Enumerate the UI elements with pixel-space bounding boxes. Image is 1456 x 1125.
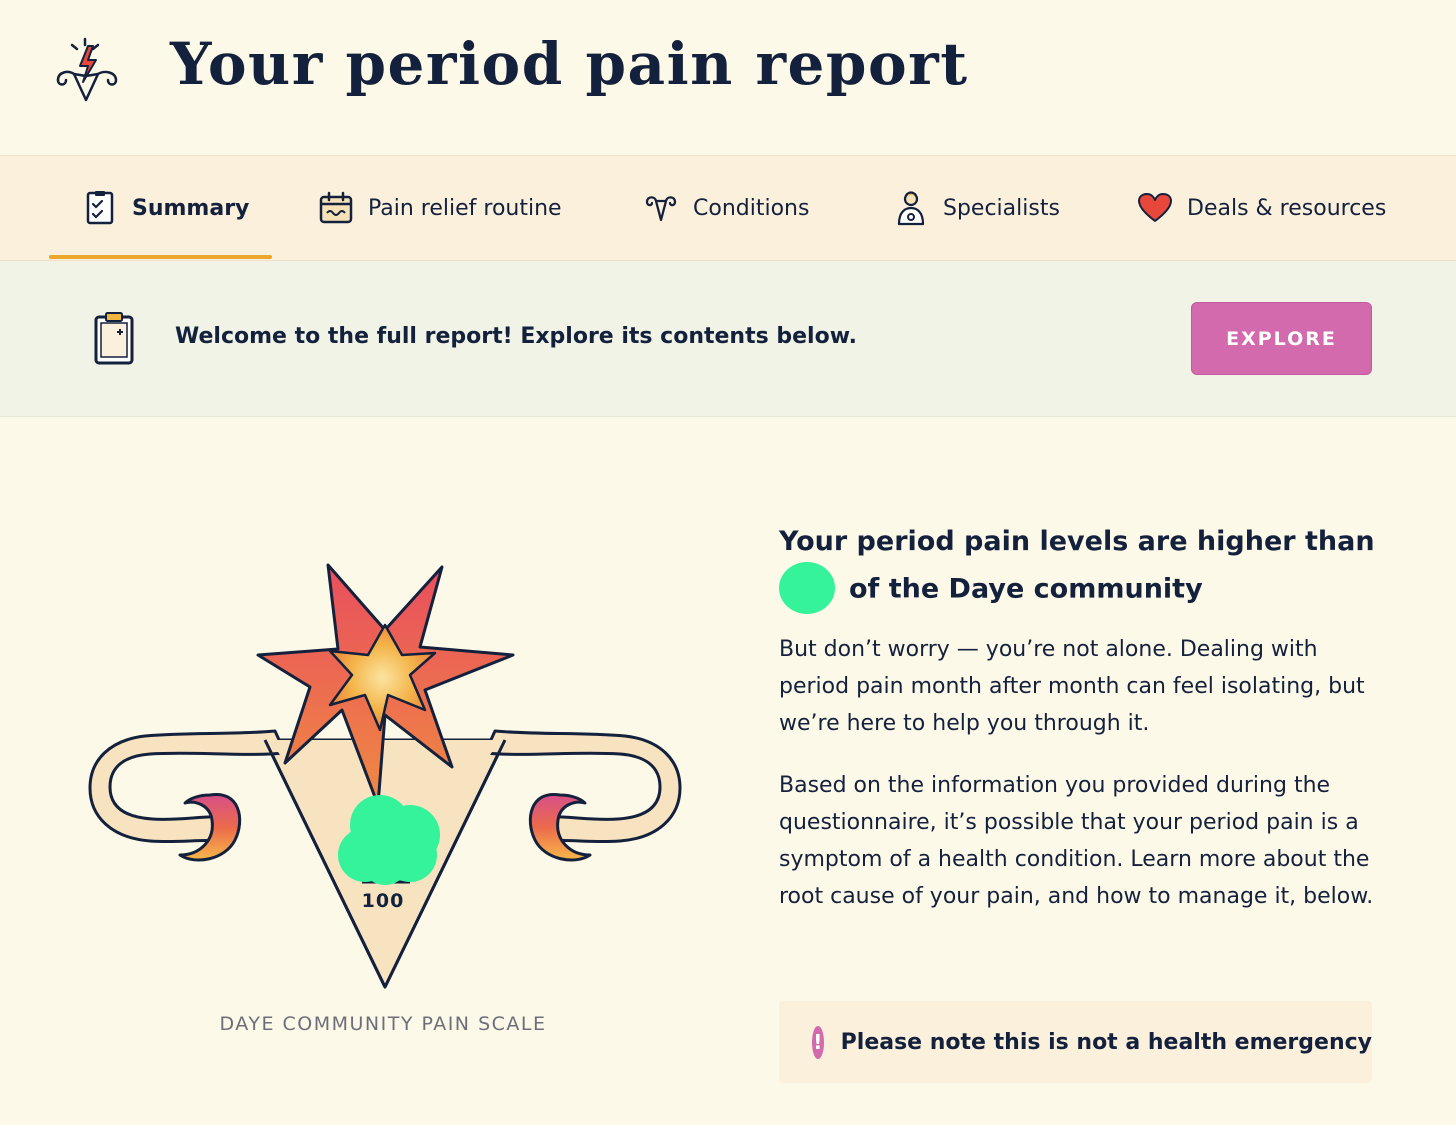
tab-label: Deals & resources — [1187, 195, 1387, 221]
exclamation-icon: ! — [812, 1025, 824, 1059]
tab-summary[interactable]: Summary — [82, 156, 249, 260]
redacted-percentage — [779, 562, 835, 614]
tab-pain-relief-routine[interactable]: Pain relief routine — [318, 156, 562, 260]
tab-label: Summary — [132, 195, 250, 221]
condition-paragraph: Based on the information you provided du… — [779, 773, 1374, 909]
tab-conditions[interactable]: Conditions — [643, 156, 809, 260]
active-tab-indicator — [49, 255, 272, 259]
clipboard-icon — [94, 312, 134, 365]
explore-button[interactable]: EXPLORE — [1191, 302, 1372, 375]
pain-scale-caption: DAYE COMMUNITY PAIN SCALE — [219, 1013, 547, 1035]
reassurance-paragraph: But don’t worry — you’re not alone. Deal… — [779, 637, 1365, 736]
tab-label: Specialists — [943, 195, 1060, 221]
tab-label: Pain relief routine — [368, 195, 562, 221]
page-header: Your period pain report — [0, 0, 1456, 155]
tab-label: Conditions — [693, 195, 810, 221]
heart-icon — [1137, 190, 1173, 226]
pain-score-value: 100 — [361, 890, 405, 912]
notice-text: Please note this is not a health emergen… — [840, 1029, 1372, 1055]
results-headline: Your period pain levels are higher than … — [779, 520, 1379, 616]
pain-scale-illustration — [88, 563, 682, 989]
tab-bar: Summary Pain relief routine Conditions S… — [0, 155, 1456, 261]
doctor-icon — [893, 190, 929, 226]
tab-deals-resources[interactable]: Deals & resources — [1137, 156, 1386, 260]
banner-message: Welcome to the full report! Explore its … — [175, 324, 857, 349]
uterus-icon — [643, 190, 679, 226]
headline-line-2-text: of the Daye community — [849, 573, 1203, 605]
checklist-icon — [82, 190, 118, 226]
uterus-lightning-icon — [56, 37, 118, 102]
page-title: Your period pain report — [170, 30, 969, 98]
tab-specialists[interactable]: Specialists — [893, 156, 1060, 260]
health-notice: ! Please note this is not a health emerg… — [779, 1001, 1372, 1083]
calendar-icon — [318, 190, 354, 226]
welcome-banner: Welcome to the full report! Explore its … — [0, 261, 1456, 417]
headline-line-1: Your period pain levels are higher than — [779, 526, 1375, 557]
headline-line-2: of the Daye community — [779, 562, 1379, 616]
